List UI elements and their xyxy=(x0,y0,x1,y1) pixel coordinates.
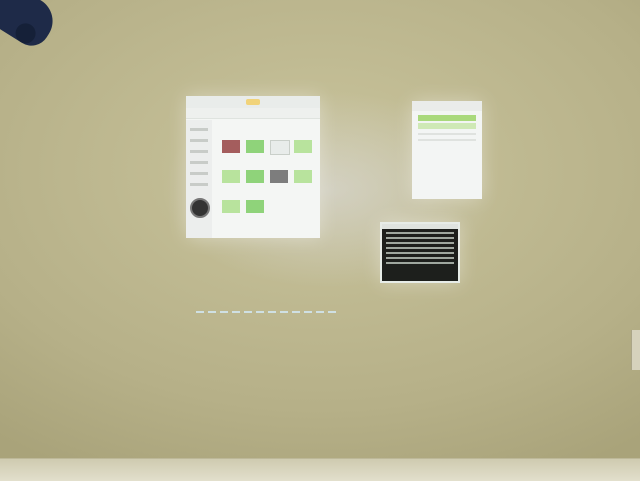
list-row[interactable] xyxy=(418,123,476,129)
taskbar-item[interactable] xyxy=(328,311,336,313)
file-thumbnail[interactable] xyxy=(246,200,264,213)
taskbar-item[interactable] xyxy=(304,311,312,313)
file-thumbnail[interactable] xyxy=(270,170,288,183)
taskbar[interactable] xyxy=(196,298,496,313)
taskbar-item[interactable] xyxy=(220,311,228,313)
terminal-output-line xyxy=(386,262,454,264)
webcam-object xyxy=(190,198,210,218)
taskbar-item[interactable] xyxy=(292,311,300,313)
terminal-titlebar[interactable] xyxy=(382,224,458,229)
settings-titlebar[interactable] xyxy=(412,101,482,111)
baseboard xyxy=(0,458,640,481)
file-thumbnail[interactable] xyxy=(222,140,240,153)
taskbar-item[interactable] xyxy=(244,311,252,313)
file-manager-titlebar[interactable] xyxy=(186,96,320,108)
taskbar-item[interactable] xyxy=(316,311,324,313)
sidebar-item[interactable] xyxy=(190,172,208,175)
sidebar-item[interactable] xyxy=(190,139,208,142)
file-thumbnail[interactable] xyxy=(270,140,290,155)
taskbar-item[interactable] xyxy=(208,311,216,313)
wall-outlet xyxy=(631,330,640,370)
taskbar-item[interactable] xyxy=(280,311,288,313)
sidebar-item[interactable] xyxy=(190,128,208,131)
taskbar-item[interactable] xyxy=(268,311,276,313)
sidebar-item[interactable] xyxy=(190,150,208,153)
taskbar-item[interactable] xyxy=(232,311,240,313)
file-manager-window[interactable] xyxy=(186,96,320,238)
list-row[interactable] xyxy=(418,133,476,135)
settings-window[interactable] xyxy=(412,101,482,199)
file-thumbnail[interactable] xyxy=(222,170,240,183)
taskbar-item[interactable] xyxy=(196,311,204,313)
terminal-output-line xyxy=(386,252,454,254)
terminal-output-line xyxy=(386,232,454,234)
file-thumbnail[interactable] xyxy=(246,170,264,183)
file-manager-toolbar xyxy=(186,108,320,119)
folder-icon xyxy=(246,99,260,105)
terminal-output-line xyxy=(386,242,454,244)
terminal-output-line xyxy=(386,257,454,259)
wall xyxy=(0,0,640,480)
terminal-output-line xyxy=(386,247,454,249)
file-thumbnail[interactable] xyxy=(222,200,240,213)
terminal-output-line xyxy=(386,237,454,239)
selected-row[interactable] xyxy=(418,115,476,121)
list-row[interactable] xyxy=(418,139,476,141)
sidebar-item[interactable] xyxy=(190,183,208,186)
terminal-window[interactable] xyxy=(380,222,460,283)
file-thumbnail[interactable] xyxy=(294,170,312,183)
file-manager-sidebar[interactable] xyxy=(186,120,212,238)
taskbar-item[interactable] xyxy=(256,311,264,313)
sidebar-item[interactable] xyxy=(190,161,208,164)
file-grid xyxy=(212,120,320,238)
file-thumbnail[interactable] xyxy=(246,140,264,153)
file-manager-body xyxy=(186,120,320,238)
file-thumbnail[interactable] xyxy=(294,140,312,153)
